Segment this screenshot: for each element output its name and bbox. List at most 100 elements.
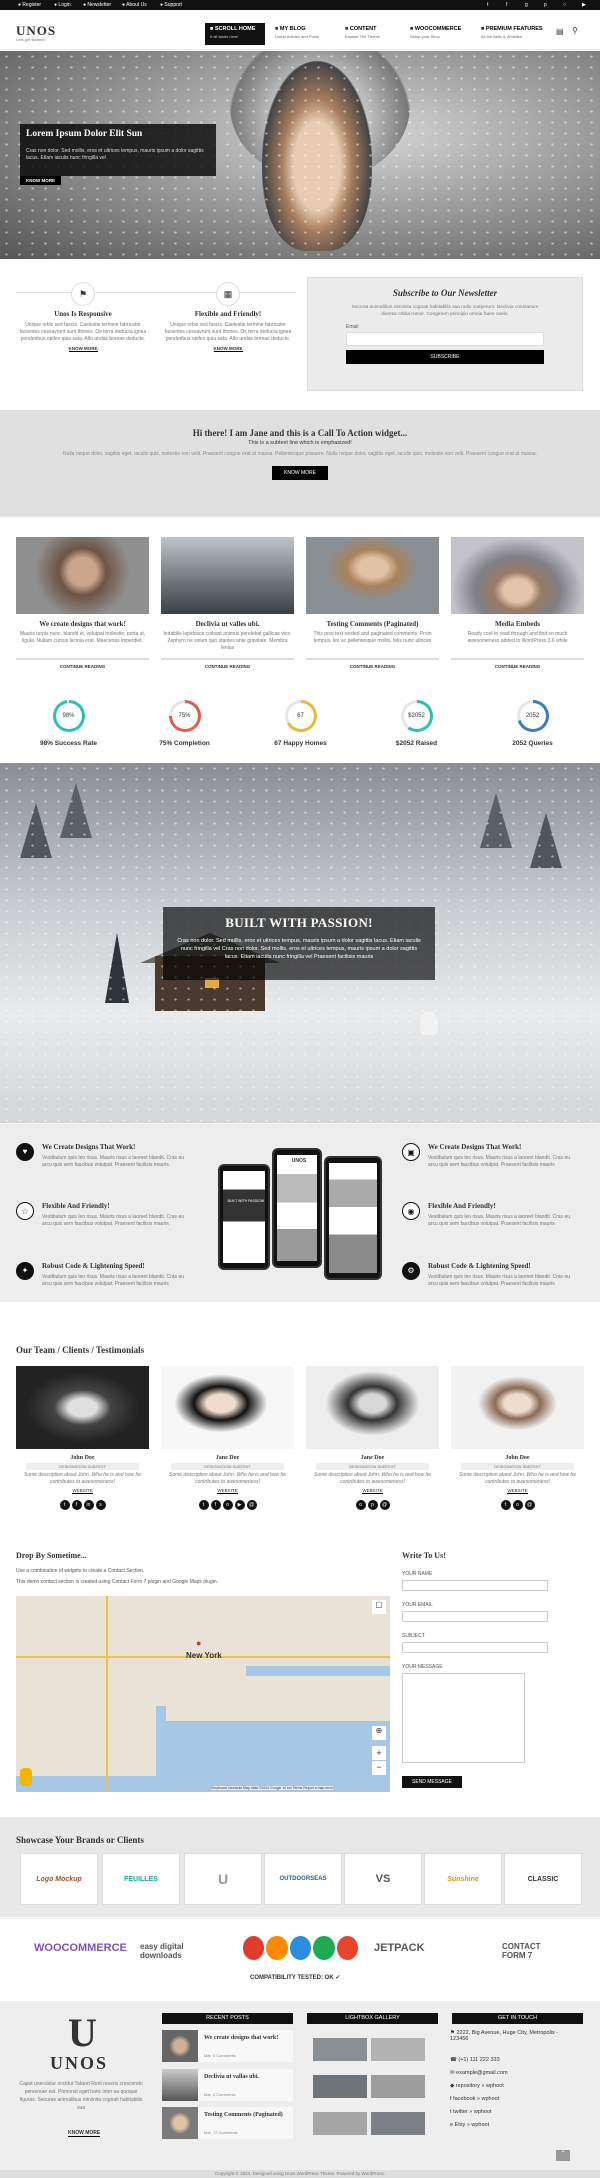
member-website-link[interactable]: WEBSITE	[362, 1488, 383, 1494]
brand-logo[interactable]: FEUILLES	[102, 1853, 180, 1905]
recent-post[interactable]: Testing Comments (Paginated) Mar, 72 Comm…	[162, 2107, 293, 2139]
footer-logo-letter: U	[68, 2010, 97, 2055]
google-plus-icon[interactable]: g	[525, 2, 528, 8]
feature-link[interactable]: KNOW MORE	[68, 346, 98, 352]
recent-post[interactable]: We create designs that work! Mar, 5 Comme…	[162, 2030, 293, 2062]
search-icon[interactable]: ⚲	[572, 26, 578, 35]
post-thumbnail[interactable]	[161, 537, 294, 614]
newsletter-email-input[interactable]	[346, 332, 544, 346]
feature-link[interactable]: KNOW MORE	[213, 346, 243, 352]
support-link[interactable]: ● Support	[160, 2, 182, 8]
nav-woocommerce[interactable]: ■ WOOCOMMERCE Setup your Shop	[405, 23, 473, 45]
pinterest-icon[interactable]: p	[544, 2, 547, 8]
email-text[interactable]: ✉ example@gmail.com	[450, 2070, 508, 2076]
highlight-item: ⚙ Robust Code & Lightening Speed! Vestibul…	[402, 1262, 577, 1288]
instagram-icon[interactable]: o	[222, 1500, 233, 1510]
zoom-out-button[interactable]: −	[372, 1761, 386, 1775]
team-member: Jane Doe DESIGNATION SUBTEXT Some descrip…	[161, 1366, 294, 1510]
cart-icon[interactable]: ▤	[556, 27, 564, 36]
twitter-icon[interactable]: t	[487, 2, 488, 8]
facebook-link[interactable]: f facebook » wphoot	[450, 2096, 499, 2102]
cta-button[interactable]: KNOW MORE	[272, 466, 328, 480]
twitter-icon[interactable]: t	[59, 1500, 70, 1510]
gallery-thumb[interactable]	[371, 2112, 425, 2135]
gallery-thumb[interactable]	[313, 2038, 367, 2061]
post-thumbnail[interactable]	[16, 537, 149, 614]
facebook-icon[interactable]: f	[210, 1500, 221, 1510]
member-website-link[interactable]: WEBSITE	[507, 1488, 528, 1494]
name-input[interactable]	[402, 1580, 548, 1591]
brand-logo[interactable]: U	[184, 1853, 262, 1905]
brand-logo[interactable]: Logo Mockup	[20, 1853, 98, 1905]
fullscreen-icon[interactable]: ▢	[372, 1600, 386, 1614]
nav-premium-features[interactable]: ■ PREMIUM FEATURES All the Bells & Whistl…	[476, 23, 548, 45]
continue-reading-link[interactable]: CONTINUE READING	[16, 664, 149, 669]
nav-scroll-home[interactable]: ■ SCROLL HOME It all starts here!	[205, 23, 265, 45]
nav-content[interactable]: ■ CONTENT Explore The Theme	[340, 23, 400, 45]
instagram-icon[interactable]: o	[355, 1500, 366, 1510]
stat-label: 67 Happy Homes	[274, 740, 327, 747]
google-map[interactable]: New York ● ▢ ⊕ + − Keyboard shortcuts Ma…	[16, 1596, 390, 1792]
gallery-thumb[interactable]	[371, 2075, 425, 2098]
login-link[interactable]: ● Login	[54, 2, 71, 8]
continue-reading-link[interactable]: CONTINUE READING	[161, 664, 294, 669]
member-website-link[interactable]: WEBSITE	[217, 1488, 238, 1494]
post-title[interactable]: Testing Comments (Paginated)	[306, 620, 439, 628]
subject-input[interactable]	[402, 1642, 548, 1653]
register-link[interactable]: ● Register	[18, 2, 41, 8]
twitter-icon[interactable]: t	[198, 1500, 209, 1510]
email-input[interactable]	[402, 1611, 548, 1622]
brand-logo[interactable]: VS	[344, 1853, 422, 1905]
post-card: Declivia ut valles ubi. Indabilis lapido…	[161, 537, 294, 669]
post-title[interactable]: Declivia ut valles ubi.	[161, 620, 294, 628]
brand-logo[interactable]: OUTDOORSEAS	[264, 1853, 342, 1905]
map-pin-icon[interactable]: ●	[196, 1638, 201, 1648]
etsy-link[interactable]: e Etsy » wphoot	[450, 2122, 489, 2128]
twitter-link[interactable]: t twitter » wphoot	[450, 2109, 492, 2115]
gallery-thumb[interactable]	[313, 2075, 367, 2098]
edd-logo: easy digital downloads	[140, 1942, 184, 1960]
send-message-button[interactable]: SEND MESSAGE	[402, 1776, 462, 1788]
stat-raised: $2052 $2052 Raised	[350, 700, 483, 747]
gallery-thumb[interactable]	[313, 2112, 367, 2135]
location-icon[interactable]: ⊕	[372, 1726, 386, 1740]
passion-box: BUILT WITH PASSION! Cras non dolor. Sed …	[163, 907, 435, 980]
email-icon[interactable]: @	[379, 1500, 390, 1510]
instagram-icon[interactable]: o	[512, 1500, 523, 1510]
email-icon[interactable]: @	[524, 1500, 535, 1510]
linkedin-icon[interactable]: in	[83, 1500, 94, 1510]
post-thumbnail[interactable]	[451, 537, 584, 614]
skype-icon[interactable]: s	[95, 1500, 106, 1510]
pinterest-icon[interactable]: p	[367, 1500, 378, 1510]
email-icon[interactable]: @	[246, 1500, 257, 1510]
facebook-icon[interactable]: f	[500, 1500, 511, 1510]
facebook-icon[interactable]: f	[71, 1500, 82, 1510]
continue-reading-link[interactable]: CONTINUE READING	[306, 664, 439, 669]
about-link[interactable]: ● About Us	[122, 2, 147, 8]
facebook-icon[interactable]: f	[506, 2, 507, 8]
post-title[interactable]: We create designs that work!	[16, 620, 149, 628]
back-to-top-button[interactable]: ⌃	[556, 2150, 570, 2161]
nav-my-blog[interactable]: ■ MY BLOG Latest Articles and Posts	[270, 23, 334, 45]
zoom-in-button[interactable]: +	[372, 1746, 386, 1760]
email-label: YOUR EMAIL	[402, 1602, 433, 1608]
repository-link[interactable]: ◆ repository » wphoot	[450, 2083, 504, 2089]
progress-ring: 98%	[52, 700, 85, 732]
post-title[interactable]: Media Embeds	[451, 620, 584, 628]
footer-know-more[interactable]: KNOW MORE	[68, 2130, 101, 2137]
instagram-icon[interactable]: ○	[563, 2, 566, 8]
youtube-icon[interactable]: ▶	[234, 1500, 245, 1510]
brand-logo[interactable]: CLASSIC	[504, 1853, 582, 1905]
newsletter-link[interactable]: ● Newsletter	[83, 2, 111, 8]
brand-logo[interactable]: Sunshine	[424, 1853, 502, 1905]
continue-reading-link[interactable]: CONTINUE READING	[451, 664, 584, 669]
hero-button[interactable]: KNOW MORE	[20, 176, 61, 185]
subscribe-button[interactable]: SUBSCRIBE	[346, 350, 544, 364]
message-textarea[interactable]	[402, 1673, 525, 1763]
pegman-icon[interactable]	[20, 1768, 32, 1786]
post-thumbnail[interactable]	[306, 537, 439, 614]
member-website-link[interactable]: WEBSITE	[72, 1488, 93, 1494]
youtube-icon[interactable]: ▶	[582, 2, 586, 8]
recent-post[interactable]: Declivia ut vallas ubi. Mar, 3 Comments	[162, 2069, 293, 2101]
gallery-thumb[interactable]	[371, 2038, 425, 2061]
